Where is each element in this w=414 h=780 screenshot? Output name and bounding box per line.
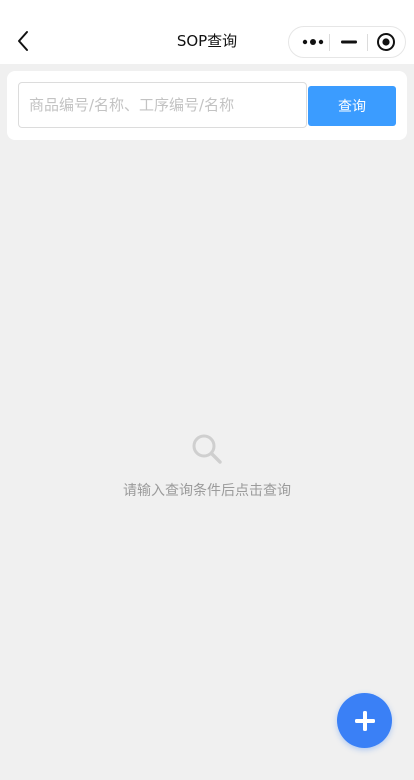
plus-icon <box>354 710 375 731</box>
close-mini-program-button[interactable] <box>369 27 403 57</box>
mini-program-capsule <box>288 26 406 58</box>
target-close-icon <box>377 33 395 51</box>
search-input[interactable] <box>18 82 307 128</box>
search-button[interactable]: 查询 <box>308 86 396 126</box>
search-icon <box>192 434 222 464</box>
minimize-icon <box>341 40 357 44</box>
more-dots-icon <box>302 39 324 45</box>
empty-state-message: 请输入查询条件后点击查询 <box>123 483 291 499</box>
capsule-divider <box>367 34 368 51</box>
search-card: 查询 <box>7 71 407 140</box>
more-button[interactable] <box>295 27 331 57</box>
capsule-divider <box>329 34 330 51</box>
empty-state: 请输入查询条件后点击查询 <box>0 432 414 500</box>
minimize-button[interactable] <box>333 27 365 57</box>
add-button[interactable] <box>337 693 392 748</box>
navigation-bar: SOP查询 <box>0 0 414 64</box>
